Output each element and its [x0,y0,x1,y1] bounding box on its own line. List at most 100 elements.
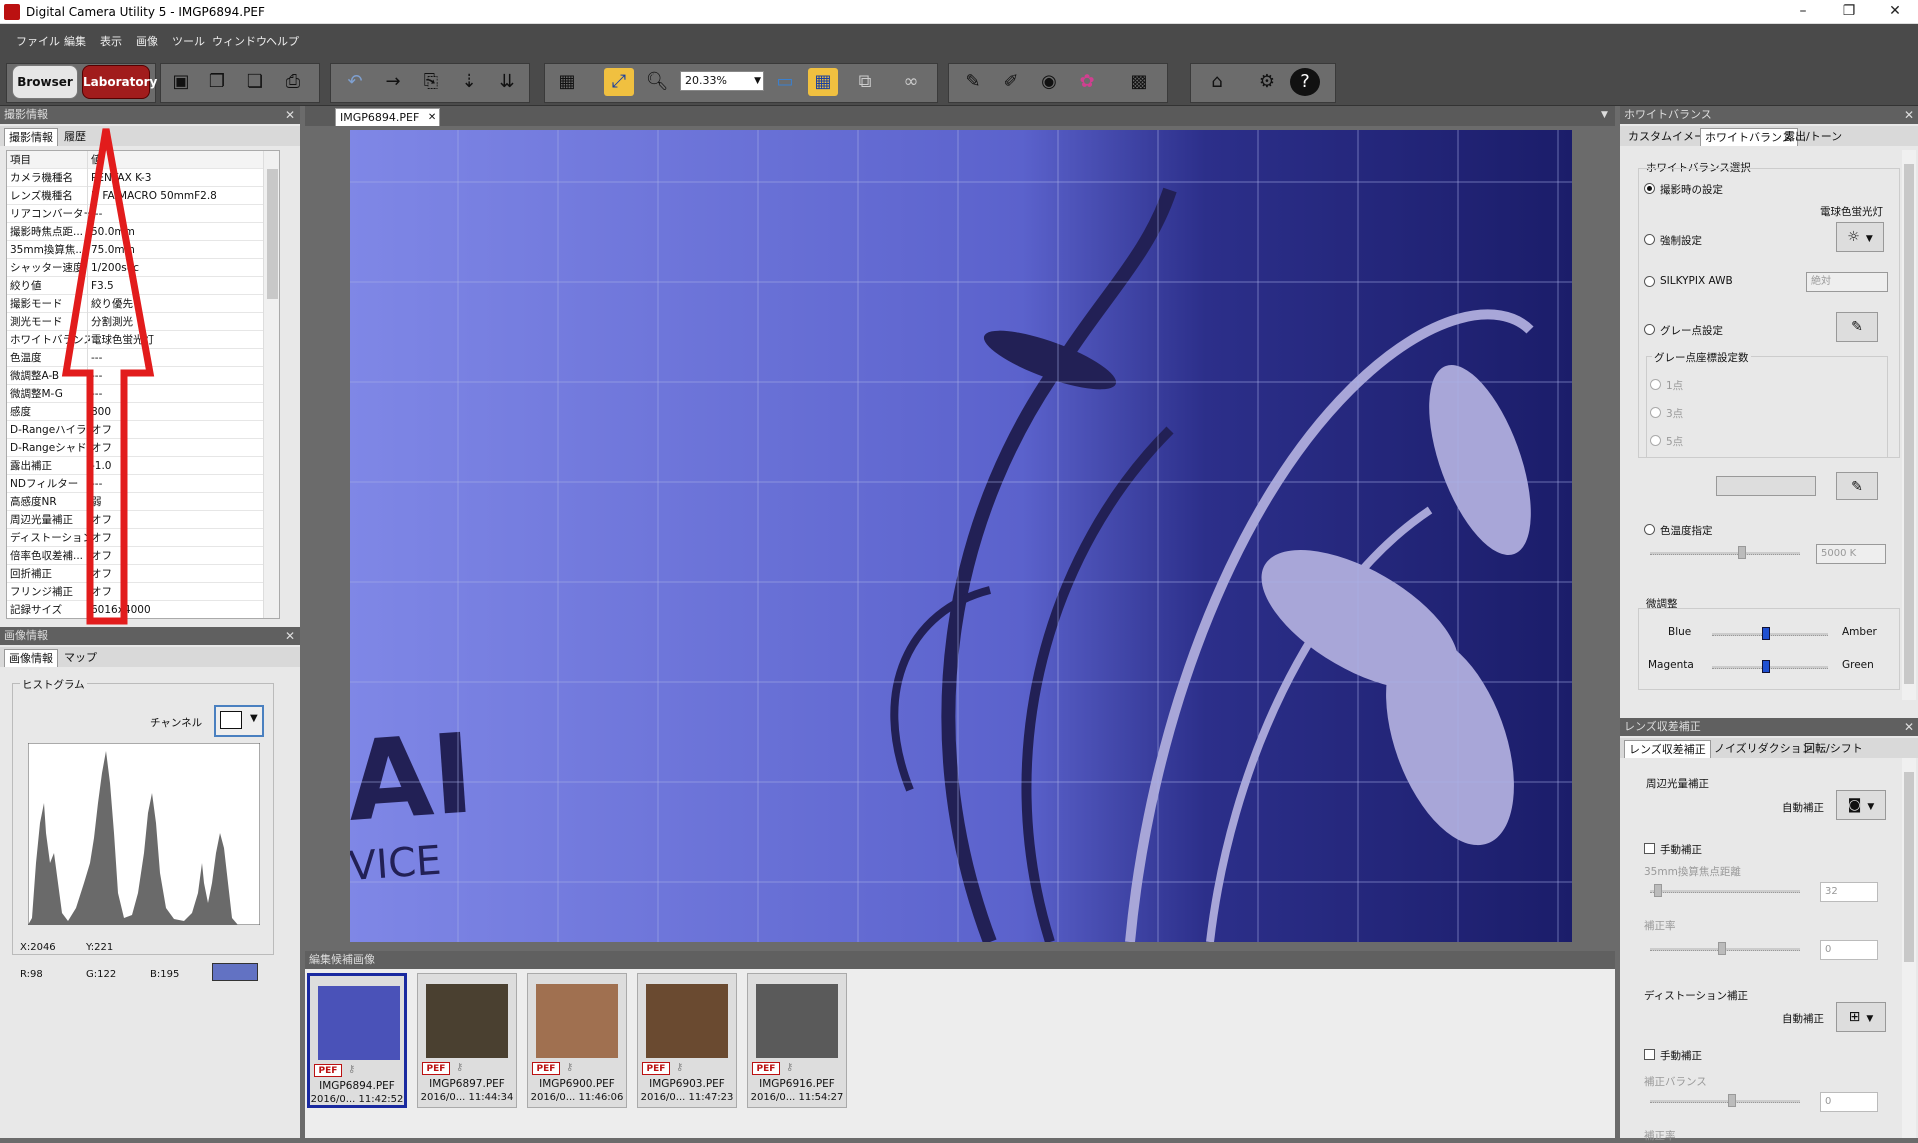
tab-map[interactable]: マップ [60,649,101,667]
temp-value: 5000 K [1821,548,1857,559]
color-wheel-icon[interactable]: ✿ [1072,68,1102,96]
filmstrip-thumb[interactable]: PEF ⚷ IMGP6900.PEF 2016/0... 11:46:06 [527,973,627,1108]
apply-params-icon[interactable]: ⇊ [492,68,522,96]
window-icon[interactable]: ▭ [770,68,800,96]
gear-icon[interactable]: ⚙ [1252,68,1282,96]
tab-shooting-info[interactable]: 撮影情報 [4,128,58,146]
menu-edit[interactable]: 編集 [64,33,86,49]
chevron-down-icon[interactable]: ▼ [1601,110,1608,120]
radio-temp[interactable] [1644,524,1655,535]
gray-point-select[interactable] [1716,476,1816,496]
minimize-button[interactable]: – [1780,0,1826,24]
lens-scrollbar[interactable] [1902,758,1916,1138]
magenta-green-slider[interactable] [1712,666,1828,669]
forward-icon[interactable]: → [378,68,408,96]
fit-screen-icon[interactable]: ⤢ [604,68,634,96]
undo-icon[interactable]: ↶ [340,68,370,96]
temp-slider[interactable] [1650,552,1800,555]
focal-slider[interactable] [1650,890,1800,893]
menu-window[interactable]: ウィンドウ [212,33,267,49]
vignetting-select[interactable]: ◙ ▼ [1836,790,1886,820]
auto-vignetting-label: 自動補正 [1782,802,1824,814]
radio-forced[interactable] [1644,234,1655,245]
lens-scrollbar-thumb[interactable] [1904,772,1914,962]
manual-distortion-checkbox[interactable] [1644,1049,1655,1060]
link-icon[interactable]: ∞ [896,68,926,96]
eye-icon[interactable]: ◉ [1034,68,1064,96]
document-tab[interactable]: IMGP6894.PEF ✕ [335,108,441,127]
filmstrip-thumb[interactable]: PEF ⚷ IMGP6916.PEF 2016/0... 11:54:27 [747,973,847,1108]
copy-icon[interactable]: ❐ [202,68,232,96]
value-g: G:122 [86,969,117,980]
balance-slider[interactable] [1650,1100,1800,1103]
balance-slider-knob[interactable] [1728,1094,1736,1107]
close-icon[interactable]: ✕ [1902,108,1916,122]
menu-file[interactable]: ファイル [16,33,60,49]
menu-help[interactable]: ヘルプ [266,33,299,49]
radio-gray-3[interactable] [1650,407,1661,418]
close-icon[interactable]: ✕ [283,108,297,122]
batch-icon[interactable]: ⌂ [1202,68,1232,96]
filmstrip-thumb[interactable]: PEF ⚷ IMGP6903.PEF 2016/0... 11:47:23 [637,973,737,1108]
manual-vignetting-checkbox[interactable] [1644,843,1655,854]
zoom-select[interactable]: 20.33% ▼ [680,71,764,91]
copy-params-icon[interactable]: ⎘ [416,68,446,96]
eyedropper-icon[interactable]: ✎ [958,68,988,96]
tab-exposure-tone[interactable]: 露出/トーン [1780,128,1846,146]
pixel-icon[interactable]: ▩ [1124,68,1154,96]
temp-slider-knob[interactable] [1738,546,1746,559]
thumb-image [426,984,508,1058]
scrollbar[interactable] [263,151,279,618]
radio-shooting[interactable] [1644,183,1655,194]
tab-lens-correction[interactable]: レンズ収差補正 [1624,740,1711,758]
tab-image-info[interactable]: 画像情報 [4,649,58,667]
grid-layout-icon[interactable]: ▦ [552,68,582,96]
help-icon[interactable]: ? [1290,68,1320,96]
wb-scrollbar-thumb[interactable] [1904,164,1914,684]
close-button[interactable]: ✕ [1872,0,1918,24]
wb-scrollbar[interactable] [1902,150,1916,700]
paste-params-icon[interactable]: ⇣ [454,68,484,96]
pen-icon[interactable]: ✐ [996,68,1026,96]
blue-amber-knob[interactable] [1762,627,1770,640]
magenta-green-knob[interactable] [1762,660,1770,673]
save-icon[interactable]: ▣ [166,68,196,96]
silkypix-mode-select[interactable]: 絶対 [1806,272,1888,292]
gray-point-button[interactable]: ✎ [1836,472,1878,500]
zoom-icon[interactable]: 🔍︎ [642,68,672,96]
amount-field[interactable]: 0 [1820,940,1878,960]
menu-image[interactable]: 画像 [136,33,158,49]
focal-field[interactable]: 32 [1820,882,1878,902]
filmstrip-thumb[interactable]: PEF ⚷ IMGP6897.PEF 2016/0... 11:44:34 [417,973,517,1108]
blue-amber-slider[interactable] [1712,633,1828,636]
forced-wb-select[interactable]: ☼ ▼ [1836,222,1884,252]
focal-slider-knob[interactable] [1654,884,1662,897]
grid-overlay-icon[interactable]: ▦ [808,68,838,96]
radio-gray-1[interactable] [1650,379,1661,390]
print-icon[interactable]: ⎙ [278,68,308,96]
filmstrip-thumb[interactable]: PEF ⚷ IMGP6894.PEF 2016/0... 11:42:52 [307,973,407,1108]
menu-tools[interactable]: ツール [172,33,205,49]
panel-title: 撮影情報 [0,106,300,124]
gray-picker-button[interactable]: ✎ [1836,312,1878,342]
radio-gray[interactable] [1644,324,1655,335]
menu-view[interactable]: 表示 [100,33,122,49]
scrollbar-thumb[interactable] [267,169,278,299]
balance-field[interactable]: 0 [1820,1092,1878,1112]
maximize-button[interactable]: ❐ [1826,0,1872,24]
radio-silkypix[interactable] [1644,276,1655,287]
close-icon[interactable]: ✕ [283,629,297,643]
browser-button[interactable]: Browser [12,65,78,99]
channel-select[interactable]: ▼ [214,705,264,737]
close-icon[interactable]: ✕ [1902,720,1916,734]
distortion-select[interactable]: ⊞ ▼ [1836,1002,1886,1032]
paste-icon[interactable]: ❏ [240,68,270,96]
close-icon[interactable]: ✕ [428,109,436,127]
photo-canvas[interactable]: AI VICE [350,130,1572,942]
temp-value-field[interactable]: 5000 K [1816,544,1886,564]
laboratory-button[interactable]: Laboratory [82,65,157,99]
radio-gray-5[interactable] [1650,435,1661,446]
crop-icon[interactable]: ⧉ [850,68,880,96]
tab-rotate-shift[interactable]: 回転/シフト [1800,740,1867,758]
amount-slider-knob[interactable] [1718,942,1726,955]
